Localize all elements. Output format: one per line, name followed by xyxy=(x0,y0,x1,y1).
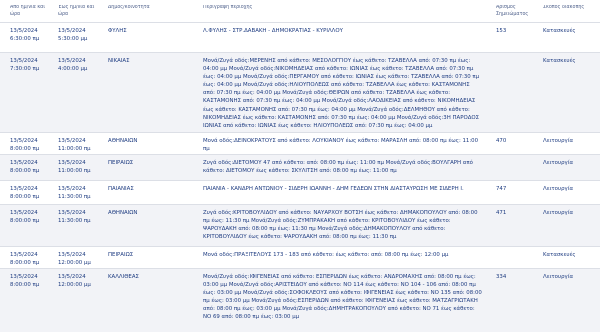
cell-to: 13/5/2024 12:00:00 μμ xyxy=(58,251,104,267)
table-row: 13/5/2024 8:00:00 πμ 13/5/2024 12:00:00 μμ Π… xyxy=(0,246,600,268)
to-date: 13/5/2024 xyxy=(58,210,86,216)
cell-announcement: 153 xyxy=(496,28,507,34)
cell-status: Κατασκευές xyxy=(543,252,576,258)
cell-to: 13/5/2024 11:30:00 πμ xyxy=(58,209,104,225)
cell-description: Ζυγά οδός:ΚΡΙΤΟΒΟΥΛΙΔΟΥ από κάθετο: ΝΑΥΑ… xyxy=(203,210,478,241)
cell-status: Λειτουργία xyxy=(543,138,574,144)
cell-municipality: ΠΑΙΑΝΙΑΣ xyxy=(108,186,134,192)
from-date: 13/5/2024 xyxy=(10,274,38,280)
cell-announcement: 471 xyxy=(496,210,507,216)
to-date: 13/5/2024 xyxy=(58,252,86,258)
table-row: 13/5/2024 8:00:00 πμ 13/5/2024 12:00:00 μμ Κ… xyxy=(0,268,600,332)
from-date: 13/5/2024 xyxy=(10,186,38,192)
cell-status: Λειτουργία xyxy=(543,274,574,280)
cell-description: Ζυγά οδός:ΔΙΕΤΟΜΟΥ 47 από κάθετο: από: 0… xyxy=(203,160,473,175)
cell-from: 13/5/2024 8:00:00 πμ xyxy=(10,137,54,153)
cell-description: ΠΑΙΑΝΙΑ - ΚΑΝΔΡΗ ΑΝΤΩΝΙΟΥ - ΣΙΔΕΡΗ ΙΩΑΝΝ… xyxy=(203,186,464,192)
to-time: 11:00:00 πμ xyxy=(58,146,91,153)
to-time: 11:30:00 πμ xyxy=(58,218,91,225)
to-date: 13/5/2024 xyxy=(58,160,86,166)
cell-from: 13/5/2024 7:30:00 πμ xyxy=(10,57,54,73)
cell-municipality: ΚΑΛΛΙΘΕΑΣ xyxy=(108,274,139,280)
cell-municipality: ΦΥΛΗΣ xyxy=(108,28,127,34)
cell-from: 13/5/2024 8:00:00 πμ xyxy=(10,185,54,201)
cell-municipality: ΠΕΙΡΑΙΩΣ xyxy=(108,252,134,258)
from-date: 13/5/2024 xyxy=(10,210,38,216)
to-time: 12:00:00 μμ xyxy=(58,282,91,289)
cell-from: 13/5/2024 8:00:00 πμ xyxy=(10,273,54,289)
to-time: 5:30:00 μμ xyxy=(58,36,88,43)
from-date: 13/5/2024 xyxy=(10,160,38,166)
header-announcement[interactable]: Αριθμός Σημειώματος xyxy=(496,5,536,18)
from-time: 7:30:00 πμ xyxy=(10,66,40,73)
header-municipality[interactable]: Δήμος/κοινότητα xyxy=(108,5,194,12)
header-to[interactable]: Έως ημ/νία και ώρα xyxy=(58,5,104,18)
header-from[interactable]: Από ημ/νία και ώρα xyxy=(10,5,54,18)
cell-status: Κατασκευές xyxy=(543,28,576,34)
table-row: 13/5/2024 6:30:00 πμ 13/5/2024 5:30:00 μμ ΦΥ… xyxy=(0,22,600,52)
to-date: 13/5/2024 xyxy=(58,186,86,192)
from-time: 8:00:00 πμ xyxy=(10,218,40,225)
cell-municipality: ΑΘΗΝΑΙΩΝ xyxy=(108,210,138,216)
cell-to: 13/5/2024 11:00:00 πμ xyxy=(58,137,104,153)
cell-to: 13/5/2024 4:00:00 μμ xyxy=(58,57,104,73)
from-time: 8:00:00 πμ xyxy=(10,146,40,153)
cell-description: Μονά οδός:ΔΕΙΝΟΚΡΑΤΟΥΣ από κάθετο: ΛΟΥΚΙ… xyxy=(203,138,479,153)
table-row: 13/5/2024 8:00:00 πμ 13/5/2024 11:00:00 πμ Α… xyxy=(0,132,600,154)
cell-description: Μονά/Ζυγά οδός:ΙΦΙΓΕΝΕΙΑΣ από κάθετο: ΕΣ… xyxy=(203,274,482,321)
from-time: 8:00:00 πμ xyxy=(10,260,40,267)
from-date: 13/5/2024 xyxy=(10,58,38,64)
to-date: 13/5/2024 xyxy=(58,28,86,34)
cell-announcement: 470 xyxy=(496,138,507,144)
from-date: 13/5/2024 xyxy=(10,28,38,34)
table-row: 13/5/2024 8:00:00 πμ 13/5/2024 11:00:00 πμ Π… xyxy=(0,154,600,180)
cell-status: Λειτουργία xyxy=(543,210,574,216)
from-time: 8:00:00 πμ xyxy=(10,168,40,175)
table-row: 13/5/2024 7:30:00 πμ 13/5/2024 4:00:00 μμ ΝΙ… xyxy=(0,52,600,132)
cell-from: 13/5/2024 8:00:00 πμ xyxy=(10,159,54,175)
to-date: 13/5/2024 xyxy=(58,274,86,280)
cell-from: 13/5/2024 8:00:00 πμ xyxy=(10,251,54,267)
cell-description: Μονά/Ζυγά οδός:ΜΕΡΕΝΗΣ από κάθετο: ΜΕΣΟΛ… xyxy=(203,58,480,129)
from-time: 8:00:00 πμ xyxy=(10,282,40,289)
cell-to: 13/5/2024 11:00:00 πμ xyxy=(58,159,104,175)
cell-status: Λειτουργία xyxy=(543,160,574,166)
from-time: 8:00:00 πμ xyxy=(10,194,40,201)
cell-municipality: ΠΕΙΡΑΙΩΣ xyxy=(108,160,134,166)
table-row: 13/5/2024 8:00:00 πμ 13/5/2024 11:30:00 πμ Α… xyxy=(0,204,600,246)
cell-status: Λειτουργία xyxy=(543,186,574,192)
table-header: Από ημ/νία και ώρα Έως ημ/νία και ώρα Δή… xyxy=(0,0,600,22)
cell-status: Κατασκευές xyxy=(543,58,576,64)
cell-to: 13/5/2024 11:30:00 πμ xyxy=(58,185,104,201)
from-date: 13/5/2024 xyxy=(10,252,38,258)
to-time: 11:00:00 πμ xyxy=(58,168,91,175)
to-date: 13/5/2024 xyxy=(58,58,86,64)
to-time: 12:00:00 μμ xyxy=(58,260,91,267)
header-description[interactable]: Περιγραφή περιοχής xyxy=(203,5,483,12)
cell-from: 13/5/2024 6:30:00 πμ xyxy=(10,27,54,43)
to-time: 4:00:00 μμ xyxy=(58,66,88,73)
cell-description: Λ.ΦΥΛΗΣ - ΣΤΡ.ΔΑΒΑΚΗ - ΔΗΜΟΚΡΑΤΙΑΣ - ΚΥΡ… xyxy=(203,28,343,34)
to-date: 13/5/2024 xyxy=(58,138,86,144)
cell-to: 13/5/2024 5:30:00 μμ xyxy=(58,27,104,43)
cell-to: 13/5/2024 12:00:00 μμ xyxy=(58,273,104,289)
cell-announcement: 334 xyxy=(496,274,507,280)
cell-from: 13/5/2024 8:00:00 πμ xyxy=(10,209,54,225)
cell-municipality: ΝΙΚΑΙΑΣ xyxy=(108,58,130,64)
table-row: 13/5/2024 8:00:00 πμ 13/5/2024 11:30:00 πμ Π… xyxy=(0,180,600,204)
header-status[interactable]: Σκοπός διακοπής xyxy=(543,5,598,12)
cell-municipality: ΑΘΗΝΑΙΩΝ xyxy=(108,138,138,144)
from-date: 13/5/2024 xyxy=(10,138,38,144)
from-time: 6:30:00 πμ xyxy=(10,36,40,43)
cell-description: Μονά οδός:ΠΡΑΞΙΤΕΛΟΥΣ 173 - 183 από κάθε… xyxy=(203,252,449,258)
to-time: 11:30:00 πμ xyxy=(58,194,91,201)
cell-announcement: 747 xyxy=(496,186,507,192)
